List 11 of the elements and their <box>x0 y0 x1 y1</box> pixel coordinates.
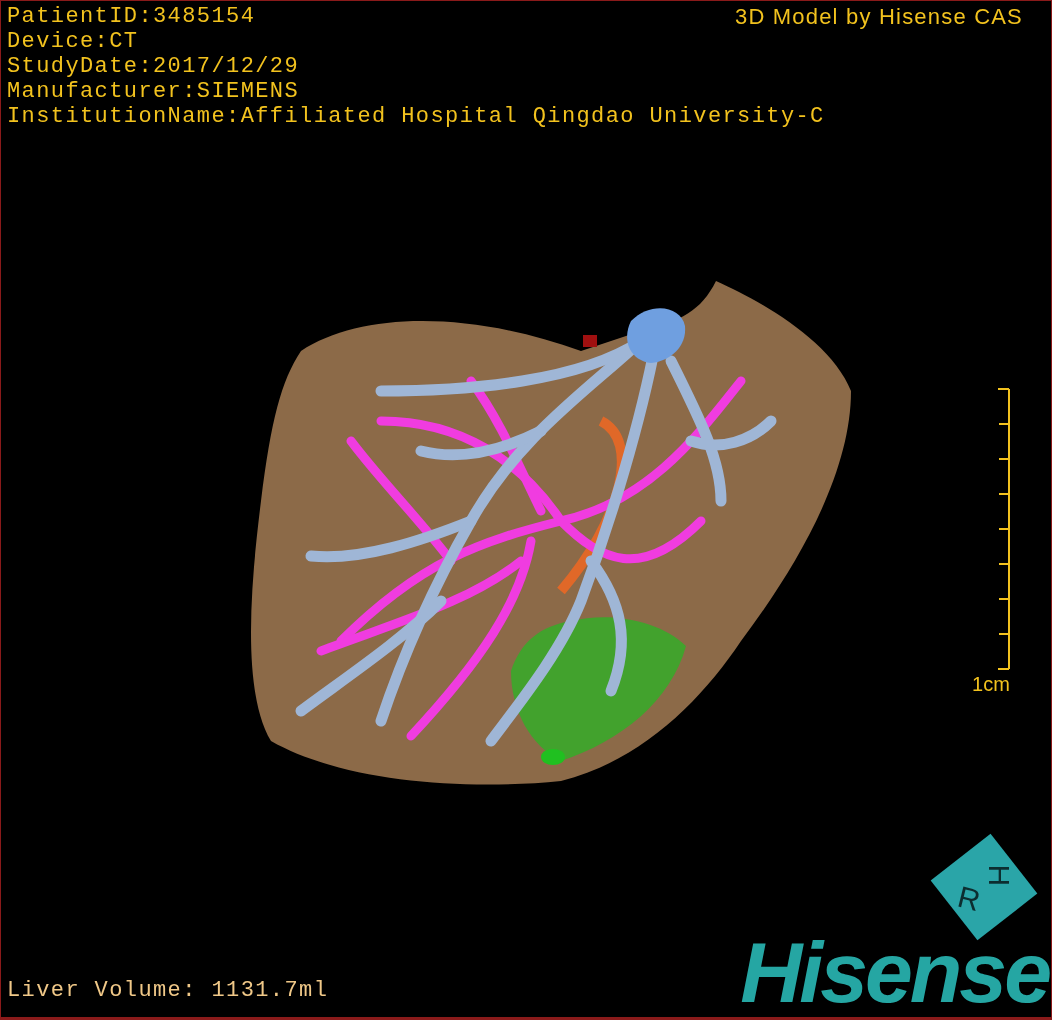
orientation-cube[interactable]: R H <box>930 833 1038 941</box>
scale-label: 1cm <box>972 673 1010 696</box>
dicom-info-line: Device:CT <box>7 29 139 54</box>
liver-volume: Liver Volume: 1131.7ml <box>7 978 329 1003</box>
dicom-info-line: PatientID:3485154 <box>7 4 256 29</box>
viewer-title: 3D Model by Hisense CAS <box>734 4 1023 29</box>
dicom-info-line: Manufacturer:SIEMENS <box>7 79 300 104</box>
dicom-info-line: StudyDate:2017/12/29 <box>7 54 300 79</box>
cube-face-label: R <box>954 881 984 916</box>
cube-face-label: H <box>983 864 1014 887</box>
dicom-info-line: InstitutionName:Affiliated Hospital Qingdao University-C <box>7 104 825 129</box>
